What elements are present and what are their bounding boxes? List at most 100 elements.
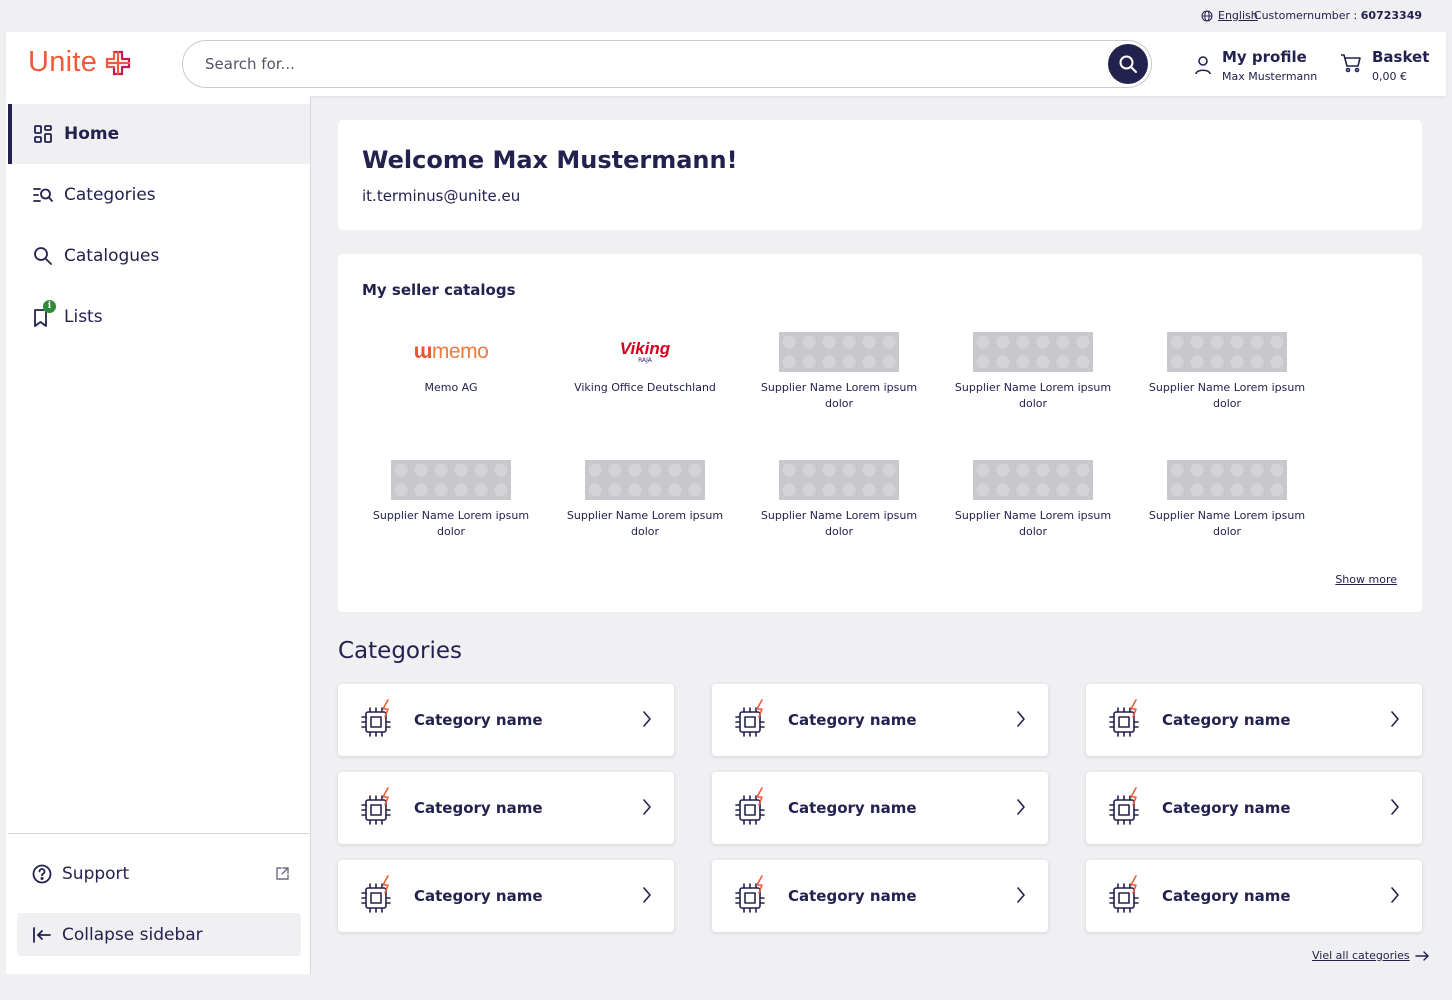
- supplier-logo-placeholder: [973, 460, 1093, 500]
- sidebar-item-home[interactable]: Home: [8, 104, 310, 164]
- user-email: it.terminus@unite.eu: [362, 187, 521, 205]
- chevron-right-icon: [643, 799, 651, 815]
- external-link-icon: [276, 867, 289, 880]
- basket-title: Basket: [1372, 48, 1430, 66]
- info-badge-icon: i: [43, 300, 56, 313]
- globe-icon: [1201, 10, 1213, 21]
- supplier-tile-viking[interactable]: Viking RAJA Viking Office Deutschland: [560, 332, 730, 396]
- supplier-name: Viking Office Deutschland: [574, 381, 716, 394]
- unite-logo[interactable]: Unite: [28, 46, 133, 79]
- welcome-card: Welcome Max Mustermann! it.terminus@unit…: [338, 120, 1422, 230]
- category-card[interactable]: Category name: [1086, 684, 1422, 756]
- category-name: Category name: [414, 799, 543, 817]
- sidebar-item-label: Lists: [64, 307, 103, 327]
- sidebar-item-label: Home: [64, 124, 120, 144]
- category-name: Category name: [788, 711, 917, 729]
- supplier-tile-memo[interactable]: ɯmemo Memo AG: [366, 332, 536, 396]
- bookmark-icon: i: [32, 300, 56, 328]
- customer-number: Customernumber : 60723349: [1254, 9, 1422, 22]
- chevron-right-icon: [643, 711, 651, 727]
- supplier-name: Memo AG: [424, 381, 478, 394]
- supplier-logo-placeholder: [1167, 460, 1287, 500]
- unite-cross-icon: [106, 50, 131, 75]
- viking-logo-sub: RAJA: [638, 356, 652, 364]
- profile-name: Max Mustermann: [1222, 70, 1318, 83]
- search-input[interactable]: [205, 53, 1085, 75]
- category-card[interactable]: Category name: [338, 772, 674, 844]
- support-link[interactable]: Support: [8, 851, 310, 897]
- show-more-link[interactable]: Show more: [1335, 573, 1397, 586]
- arrow-right-icon: [1414, 950, 1429, 961]
- supplier-tile[interactable]: Supplier Name Lorem ipsum dolor: [1142, 332, 1312, 412]
- supplier-logo-placeholder: [973, 332, 1093, 372]
- supplier-tile[interactable]: Supplier Name Lorem ipsum dolor: [1142, 460, 1312, 540]
- supplier-name: Supplier Name Lorem ipsum dolor: [760, 381, 918, 410]
- memo-logo-text: memo: [431, 340, 489, 363]
- supplier-name: Supplier Name Lorem ipsum dolor: [954, 381, 1112, 410]
- supplier-tile[interactable]: Supplier Name Lorem ipsum dolor: [366, 460, 536, 540]
- sidebar: Home Categories Catalogues i Lists Suppo…: [6, 96, 311, 974]
- view-all-categories-link[interactable]: Viel all categories: [1312, 949, 1430, 962]
- electronics-chip-icon: [735, 787, 765, 825]
- my-profile-button[interactable]: My profile Max Mustermann: [1194, 47, 1317, 84]
- category-name: Category name: [1162, 799, 1291, 817]
- collapse-arrow-icon: [33, 926, 51, 943]
- search-button[interactable]: [1108, 44, 1148, 84]
- sidebar-item-catalogues[interactable]: Catalogues: [8, 226, 310, 286]
- customer-number-label: Customernumber :: [1253, 9, 1361, 22]
- support-label: Support: [62, 864, 130, 884]
- supplier-logo-placeholder: [585, 460, 705, 500]
- category-card[interactable]: Category name: [712, 772, 1048, 844]
- grid-icon: [32, 123, 54, 145]
- electronics-chip-icon: [361, 699, 391, 737]
- search-bar: [182, 40, 1152, 88]
- welcome-title: Welcome Max Mustermann!: [362, 146, 738, 174]
- category-card[interactable]: Category name: [712, 860, 1048, 932]
- electronics-chip-icon: [361, 875, 391, 913]
- electronics-chip-icon: [361, 787, 391, 825]
- supplier-tile[interactable]: Supplier Name Lorem ipsum dolor: [560, 460, 730, 540]
- cart-icon: [1341, 54, 1361, 73]
- basket-button[interactable]: Basket 0,00 €: [1340, 47, 1429, 84]
- chevron-right-icon: [1017, 711, 1025, 727]
- electronics-chip-icon: [735, 875, 765, 913]
- viking-logo: Viking RAJA: [585, 332, 705, 372]
- category-name: Category name: [788, 887, 917, 905]
- category-name: Category name: [414, 711, 543, 729]
- help-circle-icon: [32, 864, 52, 884]
- category-card[interactable]: Category name: [338, 860, 674, 932]
- supplier-tile[interactable]: Supplier Name Lorem ipsum dolor: [948, 460, 1118, 540]
- category-name: Category name: [1162, 711, 1291, 729]
- category-card[interactable]: Category name: [338, 684, 674, 756]
- sidebar-item-lists[interactable]: i Lists: [8, 287, 310, 347]
- chevron-right-icon: [1017, 887, 1025, 903]
- supplier-tile[interactable]: Supplier Name Lorem ipsum dolor: [754, 460, 924, 540]
- collapse-sidebar-button[interactable]: Collapse sidebar: [17, 913, 301, 956]
- utility-bar: English Customernumber : 60723349: [0, 0, 1452, 32]
- category-card[interactable]: Category name: [712, 684, 1048, 756]
- electronics-chip-icon: [1109, 787, 1139, 825]
- supplier-name: Supplier Name Lorem ipsum dolor: [954, 509, 1112, 538]
- category-name: Category name: [788, 799, 917, 817]
- category-name: Category name: [414, 887, 543, 905]
- user-icon: [1195, 56, 1211, 75]
- supplier-name: Supplier Name Lorem ipsum dolor: [1148, 509, 1306, 538]
- chevron-right-icon: [1017, 799, 1025, 815]
- category-card[interactable]: Category name: [1086, 860, 1422, 932]
- supplier-tile[interactable]: Supplier Name Lorem ipsum dolor: [754, 332, 924, 412]
- chevron-right-icon: [643, 887, 651, 903]
- category-card[interactable]: Category name: [1086, 772, 1422, 844]
- sidebar-item-categories[interactable]: Categories: [8, 165, 310, 225]
- view-all-label: Viel all categories: [1312, 949, 1410, 962]
- memo-logo: ɯmemo: [413, 340, 489, 363]
- viking-logo-text: Viking: [619, 338, 671, 358]
- language-switcher[interactable]: English: [1201, 9, 1258, 22]
- language-label[interactable]: English: [1218, 9, 1258, 22]
- supplier-tile[interactable]: Supplier Name Lorem ipsum dolor: [948, 332, 1118, 412]
- supplier-name: Supplier Name Lorem ipsum dolor: [1148, 381, 1306, 410]
- logo-text: Unite: [28, 46, 98, 78]
- customer-number-value: 60723349: [1360, 9, 1422, 22]
- profile-title: My profile: [1222, 48, 1307, 66]
- supplier-logo-placeholder: [779, 332, 899, 372]
- electronics-chip-icon: [1109, 699, 1139, 737]
